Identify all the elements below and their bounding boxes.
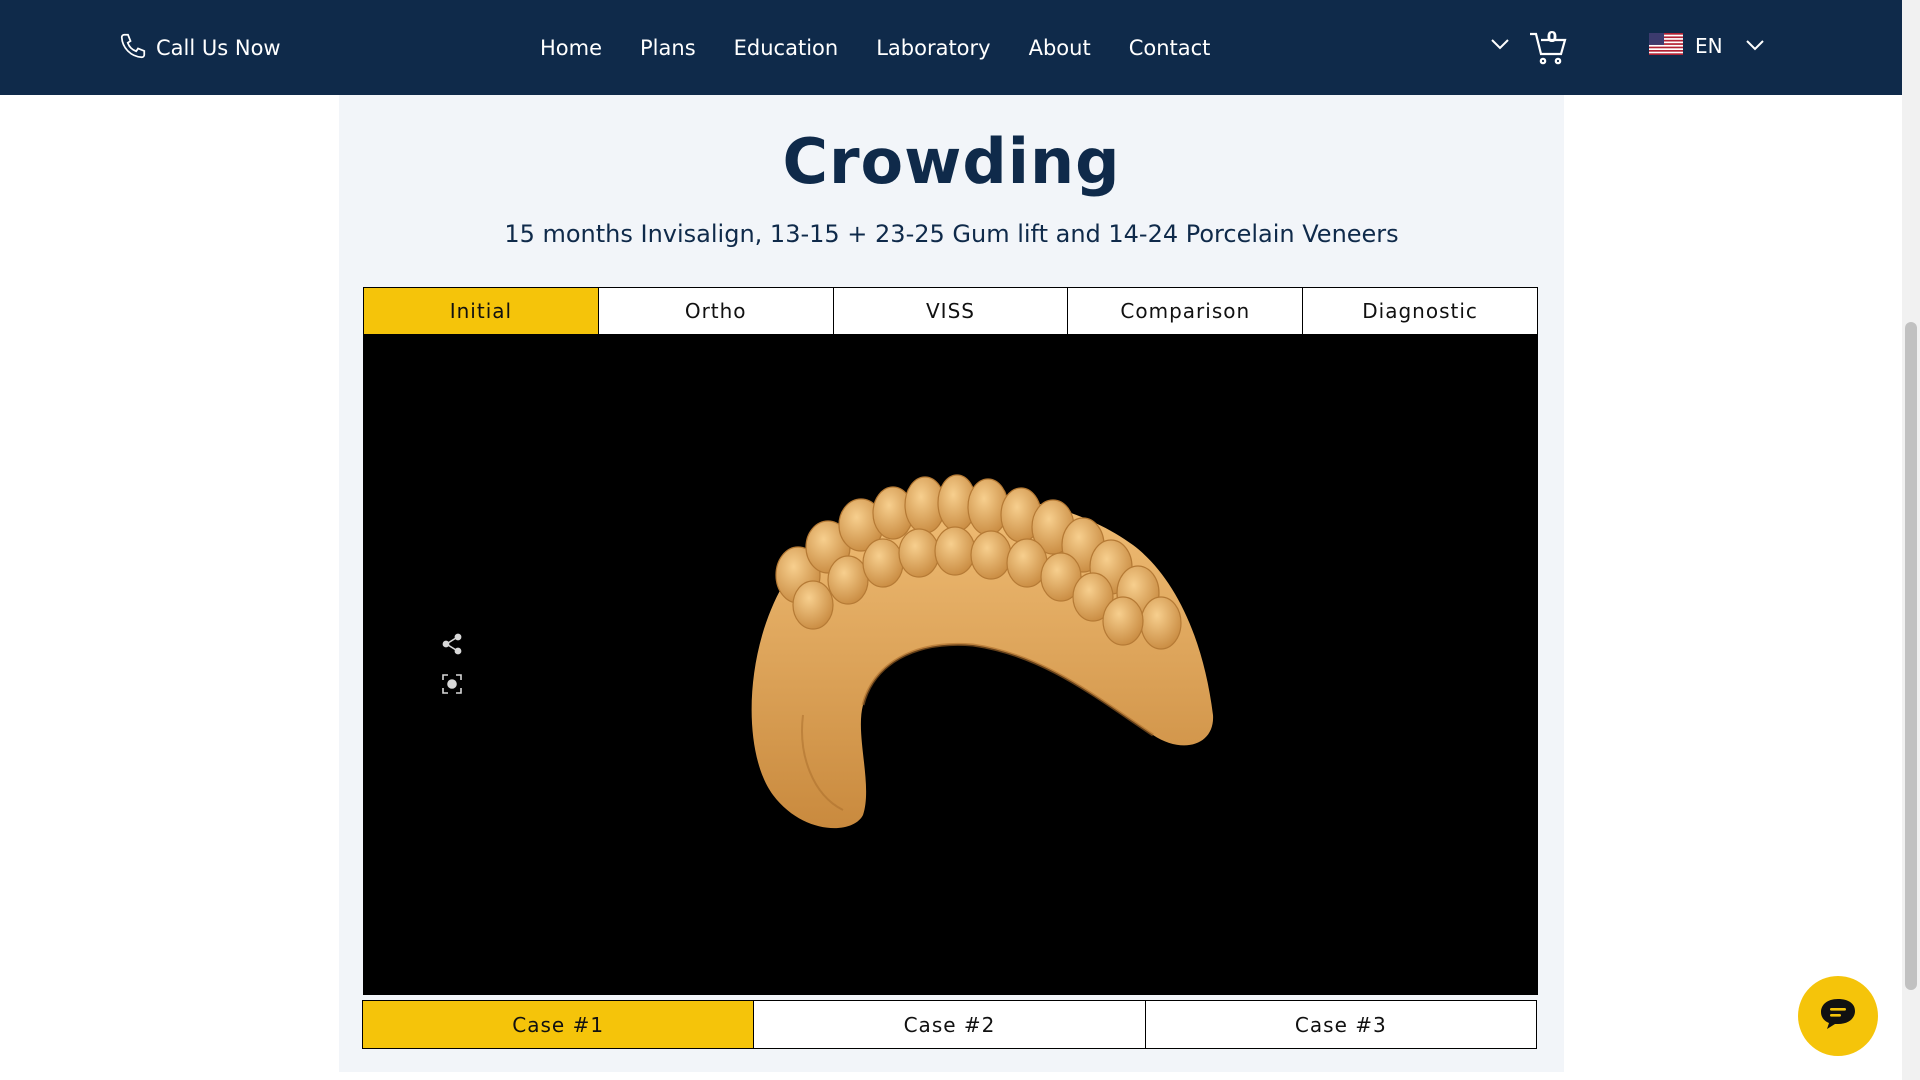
tab-initial[interactable]: Initial (364, 288, 599, 334)
main-nav: Home Plans Education Laboratory About Co… (540, 0, 1229, 95)
case-3-button[interactable]: Case #3 (1144, 1000, 1537, 1049)
page-title: Crowding (782, 125, 1121, 198)
chevron-down-icon[interactable] (1490, 36, 1510, 55)
language-selector[interactable]: EN (1649, 30, 1765, 62)
case-2-button[interactable]: Case #2 (753, 1000, 1146, 1049)
nav-education[interactable]: Education (715, 36, 858, 60)
dental-model-render (751, 474, 1214, 829)
cart-count: 0 (1546, 28, 1558, 46)
case-panel: Crowding 15 months Invisalign, 13-15 + 2… (339, 95, 1564, 1072)
stage-tabs: Initial Ortho VISS Comparison Diagnostic (363, 287, 1538, 335)
tab-diagnostic[interactable]: Diagnostic (1303, 288, 1537, 334)
nav-plans[interactable]: Plans (621, 36, 715, 60)
case-selector: Case #1 Case #2 Case #3 (362, 1000, 1537, 1049)
us-flag-icon (1649, 33, 1695, 59)
tab-comparison[interactable]: Comparison (1068, 288, 1304, 334)
chat-icon (1818, 996, 1858, 1036)
chat-button[interactable] (1798, 976, 1878, 1056)
share-icon[interactable] (441, 633, 463, 659)
language-code: EN (1695, 34, 1723, 58)
site-header: Call Us Now Home Plans Education Laborat… (0, 0, 1902, 95)
cart-icon (1528, 32, 1568, 70)
nav-home[interactable]: Home (540, 36, 621, 60)
3d-model-viewer[interactable] (363, 335, 1538, 995)
chevron-down-icon (1745, 37, 1765, 56)
call-us-button[interactable]: Call Us Now (118, 30, 281, 66)
case-1-button[interactable]: Case #1 (362, 1000, 755, 1049)
cart-button[interactable]: 0 (1528, 28, 1568, 66)
scrollbar-thumb[interactable] (1905, 322, 1917, 990)
tab-ortho[interactable]: Ortho (598, 288, 834, 334)
phone-icon (118, 31, 148, 65)
nav-about[interactable]: About (1010, 36, 1110, 60)
nav-laboratory[interactable]: Laboratory (857, 36, 1009, 60)
case-subtitle: 15 months Invisalign, 13-15 + 23-25 Gum … (504, 220, 1399, 248)
focus-icon[interactable] (441, 673, 463, 699)
tab-viss[interactable]: VISS (833, 288, 1069, 334)
nav-contact[interactable]: Contact (1110, 36, 1230, 60)
call-us-label: Call Us Now (156, 36, 281, 60)
